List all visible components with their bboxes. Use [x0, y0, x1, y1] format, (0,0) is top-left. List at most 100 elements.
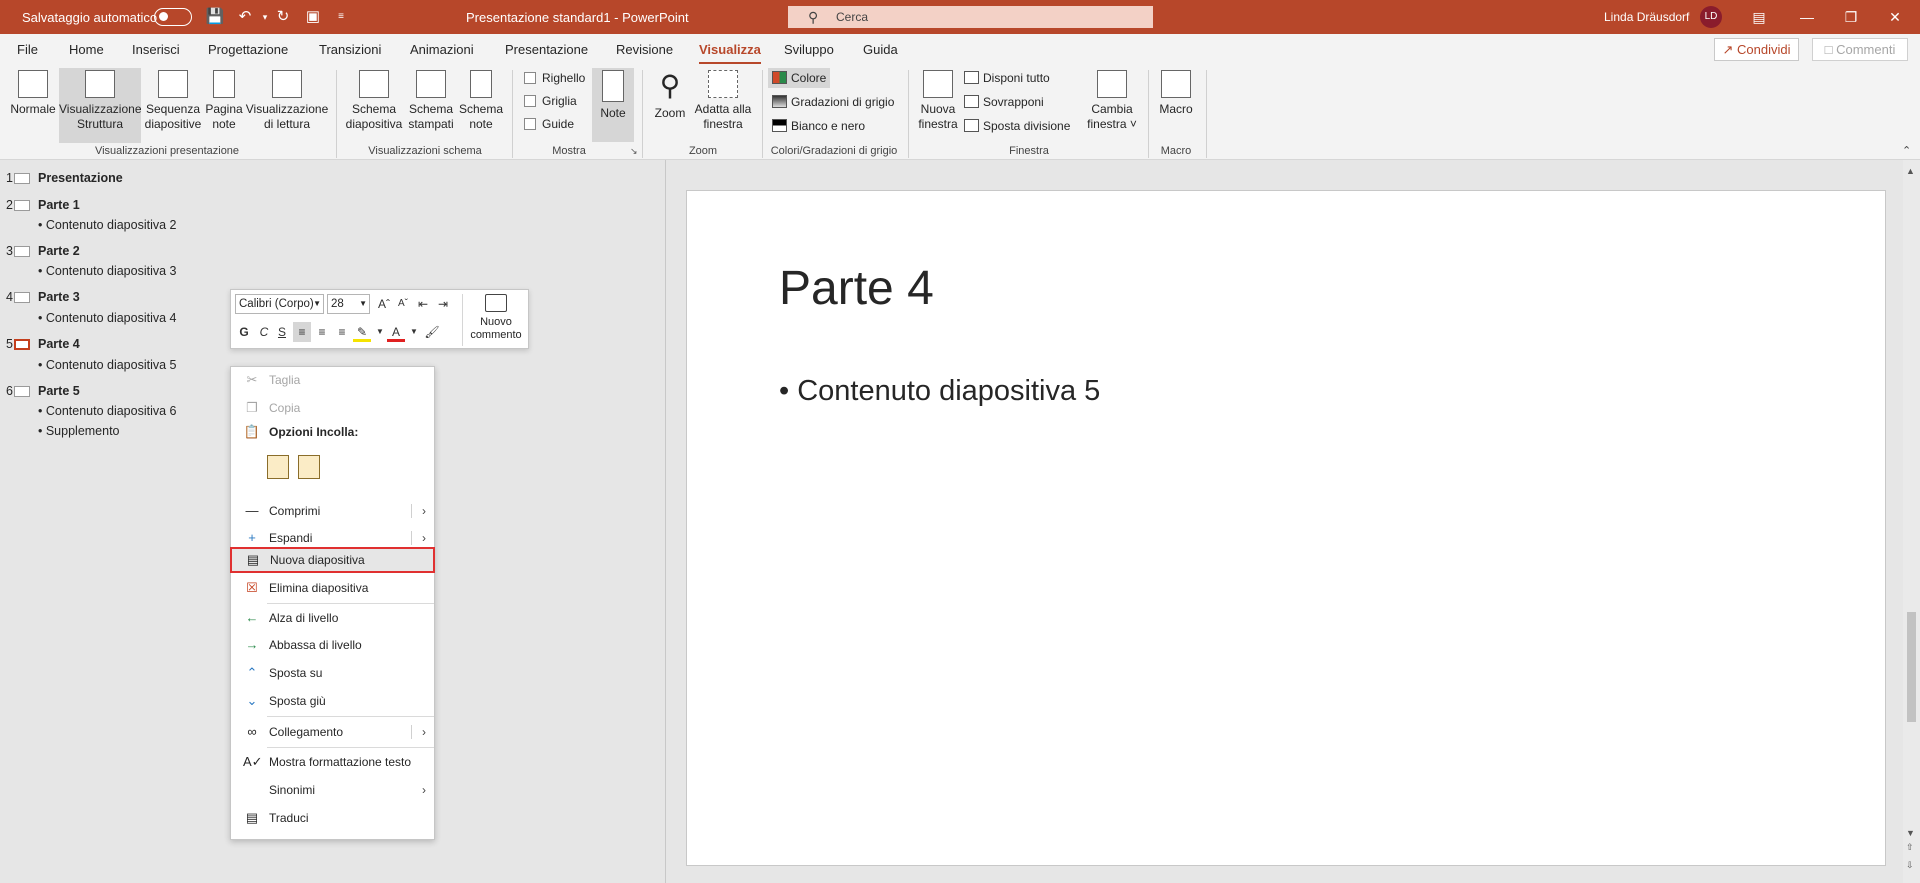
menu-item-cut[interactable]: ✂ Taglia	[231, 367, 434, 393]
chevron-down-icon[interactable]: ▼	[405, 322, 423, 342]
autosave-toggle[interactable]	[154, 8, 192, 26]
collapse-ribbon-icon[interactable]: ⌃	[1902, 144, 1911, 157]
search-box[interactable]: ⚲ Cerca	[788, 6, 1153, 28]
outline-slide-title[interactable]: Parte 1	[38, 198, 80, 212]
highlight-icon[interactable]: ✎	[353, 322, 371, 342]
close-icon[interactable]: ✕	[1882, 4, 1908, 30]
menu-item-collapse[interactable]: — Comprimi ›	[231, 498, 434, 524]
increase-indent-icon[interactable]: ⇥	[434, 294, 452, 314]
tab-revisione[interactable]: Revisione	[616, 42, 673, 57]
menu-item-show-text-formatting[interactable]: A✓ Mostra formattazione testo	[231, 749, 434, 775]
slide-master-button[interactable]: Schema diapositiva	[344, 70, 404, 142]
ribbon-display-options-icon[interactable]: ▤	[1746, 4, 1772, 30]
slide-title[interactable]: Parte 4	[779, 261, 934, 316]
notes-toggle-button[interactable]: Note	[592, 68, 634, 142]
tab-presentazione[interactable]: Presentazione	[505, 42, 588, 57]
menu-item-new-slide[interactable]: ▤ Nuova diapositiva	[230, 547, 435, 573]
scroll-down-icon[interactable]: ▼	[1906, 828, 1915, 838]
outline-slide-title[interactable]: Parte 2	[38, 244, 80, 258]
outline-bullet[interactable]: • Contenuto diapositiva 6	[38, 404, 177, 418]
tab-progettazione[interactable]: Progettazione	[208, 42, 288, 57]
menu-item-move-up[interactable]: ⌃ Sposta su	[231, 660, 434, 686]
outline-bullet[interactable]: • Contenuto diapositiva 3	[38, 264, 177, 278]
notes-master-button[interactable]: Schema note	[458, 70, 504, 142]
menu-item-demote[interactable]: → Abbassa di livello	[231, 632, 434, 658]
menu-item-promote[interactable]: ← Alza di livello	[231, 605, 434, 631]
font-color-icon[interactable]: A	[387, 322, 405, 342]
zoom-button[interactable]: ⚲ Zoom	[650, 70, 690, 142]
save-icon[interactable]: 💾	[204, 7, 226, 27]
previous-slide-icon[interactable]: ⇧	[1906, 842, 1914, 853]
arrange-all-button[interactable]: Disponi tutto	[964, 68, 1050, 88]
underline-button[interactable]: S	[273, 322, 291, 342]
outline-slide-title[interactable]: Presentazione	[38, 171, 123, 185]
menu-item-copy[interactable]: ❐ Copia	[231, 395, 434, 421]
paste-keep-source-icon[interactable]	[267, 455, 289, 479]
increase-font-icon[interactable]: Aˆ	[375, 294, 393, 314]
cascade-button[interactable]: Sovrapponi	[964, 92, 1044, 112]
macro-button[interactable]: Macro	[1154, 70, 1198, 142]
notes-page-button[interactable]: Pagina note	[205, 70, 243, 142]
tab-animazioni[interactable]: Animazioni	[410, 42, 474, 57]
outline-slide-title[interactable]: Parte 4	[38, 337, 80, 351]
minimize-icon[interactable]: —	[1794, 4, 1820, 30]
outline-bullet[interactable]: • Contenuto diapositiva 2	[38, 218, 177, 232]
undo-icon[interactable]: ↶	[234, 7, 256, 27]
switch-window-button[interactable]: Cambia finestra ˅	[1082, 70, 1142, 142]
menu-item-translate[interactable]: ▤ Traduci	[231, 805, 434, 831]
user-name[interactable]: Linda Dräusdorf	[1604, 10, 1689, 24]
vertical-scrollbar[interactable]: ▲ ▼ ⇧ ⇩	[1903, 160, 1920, 883]
slide-bullet[interactable]: • Contenuto diapositiva 5	[779, 375, 1100, 408]
tab-guida[interactable]: Guida	[863, 42, 898, 57]
outline-view-button[interactable]: Visualizzazione Struttura	[59, 68, 142, 143]
restore-icon[interactable]: ❐	[1838, 4, 1864, 30]
start-presentation-icon[interactable]: ▣	[302, 7, 324, 27]
scroll-up-icon[interactable]: ▲	[1906, 166, 1915, 176]
redo-icon[interactable]: ↻	[272, 7, 294, 27]
outline-bullet[interactable]: • Contenuto diapositiva 5	[38, 358, 177, 372]
scrollbar-thumb[interactable]	[1907, 612, 1916, 722]
show-dialog-launcher-icon[interactable]: ↘	[630, 146, 638, 157]
tab-home[interactable]: Home	[69, 42, 104, 57]
menu-item-delete-slide[interactable]: ☒ Elimina diapositiva	[231, 575, 434, 601]
slide-canvas[interactable]: Parte 4 • Contenuto diapositiva 5	[686, 190, 1886, 866]
tab-inserisci[interactable]: Inserisci	[132, 42, 180, 57]
paste-as-picture-icon[interactable]	[298, 455, 320, 479]
format-painter-icon[interactable]: 🖌	[423, 322, 441, 342]
share-button[interactable]: ↗ Condividi	[1714, 38, 1799, 61]
customize-toolbar-icon[interactable]: ≡	[330, 7, 352, 27]
align-center-icon[interactable]: ≡	[313, 322, 331, 342]
menu-item-synonyms[interactable]: Sinonimi ›	[231, 777, 434, 803]
ruler-checkbox[interactable]: Righello	[524, 68, 585, 88]
new-window-button[interactable]: Nuova finestra	[916, 70, 960, 142]
comments-button[interactable]: □ Commenti	[1812, 38, 1908, 61]
next-slide-icon[interactable]: ⇩	[1906, 860, 1914, 871]
decrease-indent-icon[interactable]: ⇤	[414, 294, 432, 314]
outline-slide-title[interactable]: Parte 3	[38, 290, 80, 304]
decrease-font-icon[interactable]: Aˇ	[394, 294, 412, 314]
normal-view-button[interactable]: Normale	[8, 70, 58, 142]
tab-sviluppo[interactable]: Sviluppo	[784, 42, 834, 57]
italic-button[interactable]: C	[255, 322, 273, 342]
guides-checkbox[interactable]: Guide	[524, 114, 574, 134]
new-comment-button[interactable]: Nuovo commento	[466, 294, 526, 342]
outline-bullet[interactable]: • Supplemento	[38, 424, 120, 438]
avatar[interactable]: LD	[1700, 6, 1722, 28]
font-size-select[interactable]: 28 ▼	[327, 294, 370, 314]
font-name-select[interactable]: Calibri (Corpo) ▼	[235, 294, 324, 314]
tab-visualizza[interactable]: Visualizza	[699, 42, 761, 65]
color-button[interactable]: Colore	[768, 68, 831, 88]
slide-sorter-button[interactable]: Sequenza diapositive	[143, 70, 203, 142]
fit-to-window-button[interactable]: Adatta alla finestra	[692, 70, 754, 142]
handout-master-button[interactable]: Schema stampati	[405, 70, 457, 142]
menu-item-move-down[interactable]: ⌄ Sposta giù	[231, 688, 434, 714]
gridlines-checkbox[interactable]: Griglia	[524, 91, 577, 111]
align-right-icon[interactable]: ≡	[333, 322, 351, 342]
move-split-button[interactable]: Sposta divisione	[964, 116, 1070, 136]
outline-bullet[interactable]: • Contenuto diapositiva 4	[38, 311, 177, 325]
bold-button[interactable]: G	[235, 322, 253, 342]
tab-transizioni[interactable]: Transizioni	[319, 42, 381, 57]
align-left-icon[interactable]: ≡	[293, 322, 311, 342]
tab-file[interactable]: File	[17, 42, 38, 57]
reading-view-button[interactable]: Visualizzazione di lettura	[245, 70, 329, 142]
